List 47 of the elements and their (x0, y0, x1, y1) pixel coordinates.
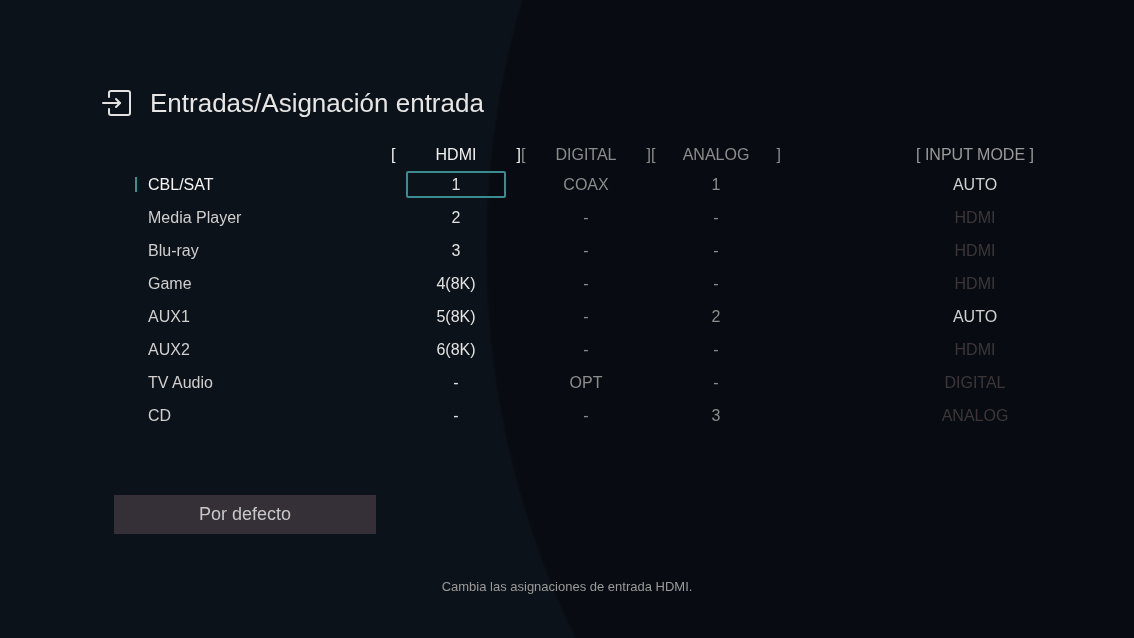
assignment-value[interactable]: 4(8K) (436, 273, 476, 294)
source-label[interactable]: AUX1 (148, 306, 190, 327)
bracket-text: ] (516, 145, 521, 165)
assignment-value[interactable]: - (453, 405, 459, 426)
source-label[interactable]: Media Player (148, 207, 242, 228)
assignment-value[interactable]: - (583, 306, 589, 327)
default-button[interactable]: Por defecto (114, 495, 376, 534)
assignment-value[interactable]: 1 (406, 171, 506, 198)
source-label[interactable]: AUX2 (148, 339, 190, 360)
assignment-value[interactable]: - (713, 339, 719, 360)
assignment-value[interactable]: 5(8K) (436, 306, 476, 327)
column-header: [ INPUT MODE ] (916, 145, 1034, 165)
hint-text: Cambia las asignaciones de entrada HDMI. (441, 579, 693, 594)
assignment-value[interactable]: - (713, 372, 719, 393)
assignment-value[interactable]: OPT (569, 372, 603, 393)
input-mode-value[interactable]: AUTO (952, 306, 998, 327)
source-label[interactable]: TV Audio (148, 372, 213, 393)
assignment-value[interactable]: 2 (451, 207, 461, 228)
source-label[interactable]: Blu-ray (148, 240, 199, 261)
assignment-value[interactable]: 3 (451, 240, 461, 261)
bracket-text: [ (391, 145, 396, 165)
page-title: Entradas/Asignación entrada (150, 88, 484, 118)
source-label[interactable]: CD (148, 405, 172, 426)
assignment-value[interactable]: - (583, 207, 589, 228)
column-header: HDMI (435, 145, 477, 165)
source-label[interactable]: CBL/SAT (148, 174, 214, 195)
bracket-text: ] (646, 145, 651, 165)
assignment-value[interactable]: - (583, 240, 589, 261)
assignment-value[interactable]: COAX (563, 174, 609, 195)
bracket-text: [ (521, 145, 526, 165)
assignment-value[interactable]: - (583, 273, 589, 294)
assignment-value[interactable]: - (453, 372, 459, 393)
assignment-value[interactable]: - (713, 207, 719, 228)
column-header: ANALOG (682, 145, 750, 165)
assignment-value[interactable]: - (583, 405, 589, 426)
bracket-text: [ (651, 145, 656, 165)
assignment-value[interactable]: 6(8K) (436, 339, 476, 360)
assignment-value[interactable]: 1 (711, 174, 721, 195)
assignment-value[interactable]: 2 (711, 306, 721, 327)
assignment-value[interactable]: - (713, 273, 719, 294)
column-header: DIGITAL (555, 145, 617, 165)
bracket-text: ] (776, 145, 781, 165)
source-label[interactable]: Game (148, 273, 192, 294)
assignment-value[interactable]: - (713, 240, 719, 261)
input-mode-value[interactable]: AUTO (952, 174, 998, 195)
assignment-value[interactable]: - (583, 339, 589, 360)
assignment-value[interactable]: 3 (711, 405, 721, 426)
